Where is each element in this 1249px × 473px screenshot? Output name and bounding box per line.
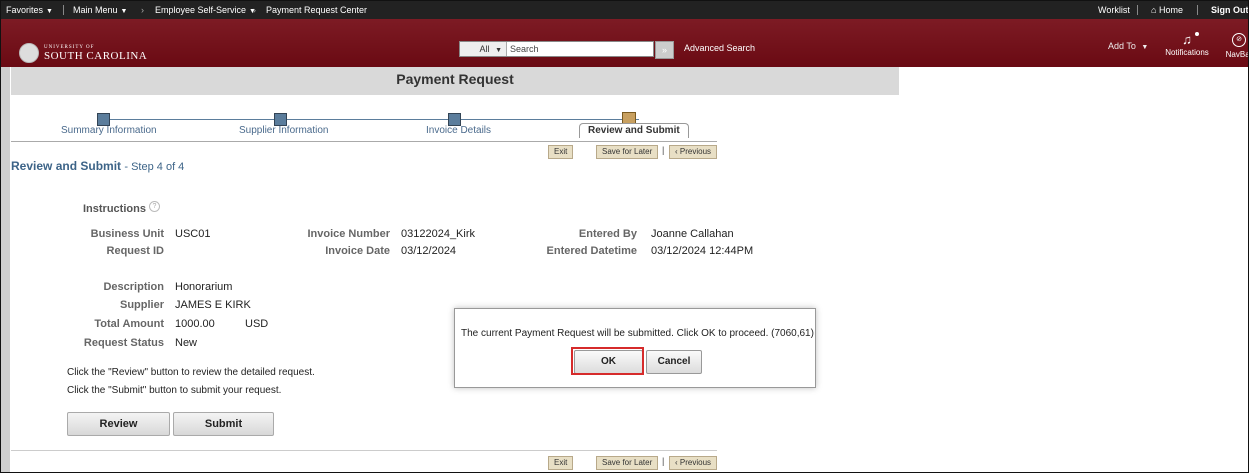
page-title: Payment Request (11, 67, 899, 95)
step-train: Summary Information Supplier Information… (11, 112, 717, 143)
save-for-later-button[interactable]: Save for Later (596, 145, 659, 159)
confirm-dialog: The current Payment Request will be subm… (454, 308, 816, 388)
description-value: Honorarium (175, 281, 233, 293)
description-label: Description (103, 281, 164, 293)
request-status-value: New (175, 337, 198, 349)
compass-icon: ⊘ (1232, 33, 1246, 47)
breadcrumb-chevron-icon: › (141, 5, 144, 15)
supplier-value: JAMES E KIRK (175, 299, 251, 311)
cancel-button[interactable]: Cancel (646, 350, 702, 374)
step-tab-supplier-information[interactable]: Supplier Information (239, 125, 329, 136)
entered-datetime-label: Entered Datetime (546, 245, 637, 257)
chevron-left-icon: ‹ (675, 458, 678, 467)
previous-button[interactable]: ‹ Previous (669, 145, 718, 159)
instructions-label: Instructions (83, 203, 146, 215)
caret-down-icon: ▼ (120, 8, 128, 15)
review-instruction-text: Click the "Review" button to review the … (67, 367, 315, 378)
home-link[interactable]: ⌂ Home (1151, 1, 1183, 19)
divider (1197, 5, 1198, 15)
notifications-button[interactable]: ♫ Notifications (1161, 32, 1213, 57)
navbar-label: NavBar (1225, 50, 1248, 59)
search-scope-select[interactable]: All ▼ (460, 42, 507, 56)
request-status-label: Request Status (83, 337, 164, 349)
total-amount-label: Total Amount (94, 318, 164, 330)
sign-out-link[interactable]: Sign Out (1211, 1, 1248, 19)
breadcrumb-employee-self-service[interactable]: Employee Self-Service ▼ (155, 1, 256, 19)
currency-value: USD (245, 318, 269, 330)
request-id-label: Request ID (106, 245, 164, 257)
review-button[interactable]: Review (67, 412, 170, 436)
help-icon[interactable]: ? (149, 201, 160, 212)
left-margin (1, 67, 10, 472)
navbar-button[interactable]: ⊘ NavBar (1219, 33, 1248, 59)
confirm-message: The current Payment Request will be subm… (461, 328, 814, 339)
step-heading: Review and Submit - Step 4 of 4 (11, 159, 184, 173)
invoice-number-value: 03122024_Kirk (401, 228, 476, 240)
business-unit-label: Business Unit (90, 228, 164, 240)
caret-down-icon: ▼ (46, 8, 53, 15)
advanced-search-link[interactable]: Advanced Search (684, 43, 755, 53)
entered-by-label: Entered By (578, 228, 637, 240)
chevron-left-icon: ‹ (675, 147, 678, 156)
university-logo[interactable]: UNIVERSITY OF SOUTH CAROLINA (19, 43, 147, 63)
invoice-date-value: 03/12/2024 (401, 245, 457, 257)
submit-button[interactable]: Submit (173, 412, 274, 436)
search-field[interactable]: All ▼ Search (459, 41, 654, 57)
total-amount-value: 1000.00 (175, 318, 215, 330)
entered-datetime-value: 03/12/2024 12:44PM (651, 245, 754, 257)
step-connector (103, 119, 639, 120)
previous-button-bottom[interactable]: ‹ Previous (669, 456, 718, 470)
caret-down-icon: ▼ (495, 47, 502, 54)
notifications-label: Notifications (1165, 48, 1209, 57)
university-seal-icon (19, 43, 39, 63)
supplier-label: Supplier (119, 299, 164, 311)
divider (1137, 5, 1138, 15)
step-tab-invoice-details[interactable]: Invoice Details (426, 125, 491, 136)
worklist-link[interactable]: Worklist (1098, 1, 1130, 19)
invoice-number-label: Invoice Number (307, 228, 390, 240)
step-tab-summary-information[interactable]: Summary Information (61, 125, 157, 136)
breadcrumb-chevron-icon: › (253, 5, 256, 15)
divider (11, 141, 717, 142)
step-tab-review-and-submit[interactable]: Review and Submit (579, 123, 689, 138)
bell-icon: ♫ (1161, 32, 1213, 46)
step-heading-title: Review and Submit (11, 159, 122, 173)
exit-button-bottom[interactable]: Exit (548, 456, 574, 470)
favorites-menu[interactable]: Favorites ▼ (6, 1, 53, 19)
save-for-later-button-bottom[interactable]: Save for Later (596, 456, 659, 470)
divider (63, 5, 64, 15)
top-nav-bar: Favorites ▼ Main Menu ▼ › Employee Self-Se… (1, 1, 1248, 19)
business-unit-value: USC01 (175, 228, 211, 240)
ok-highlight-box (571, 347, 644, 375)
entered-by-value: Joanne Callahan (651, 228, 734, 240)
step-heading-suffix: - Step 4 of 4 (124, 161, 185, 173)
add-to-menu[interactable]: Add To ▼ (1108, 41, 1148, 51)
logo-big-text: SOUTH CAROLINA (44, 49, 148, 62)
double-chevron-right-icon: » (661, 45, 667, 55)
home-icon: ⌂ (1151, 5, 1157, 15)
invoice-date-label: Invoice Date (325, 245, 390, 257)
divider: | (662, 145, 665, 155)
divider: | (662, 456, 665, 466)
exit-button[interactable]: Exit (548, 145, 574, 159)
breadcrumb-payment-request-center[interactable]: Payment Request Center (266, 1, 367, 19)
main-menu[interactable]: Main Menu ▼ (73, 1, 127, 19)
caret-down-icon: ▼ (1141, 44, 1149, 51)
search-go-button[interactable]: » (655, 41, 674, 59)
divider (11, 450, 717, 451)
search-input[interactable]: Search (510, 42, 539, 56)
submit-instruction-text: Click the "Submit" button to submit your… (67, 385, 282, 396)
app-window: Favorites ▼ Main Menu ▼ › Employee Self-Se… (0, 0, 1249, 473)
